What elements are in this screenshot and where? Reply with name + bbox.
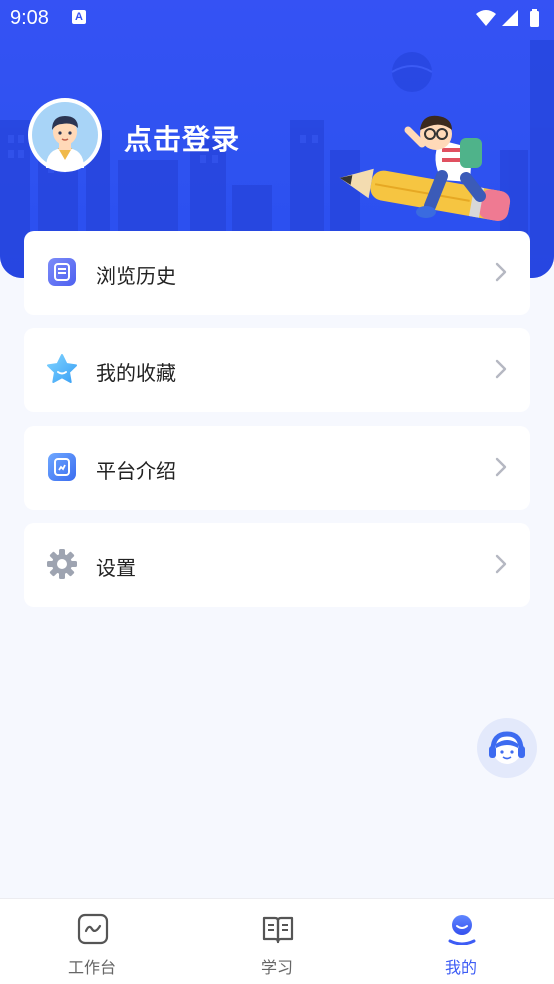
chevron-right-icon (495, 457, 507, 477)
star-icon (47, 354, 77, 383)
menu-label: 平台介绍 (96, 459, 176, 483)
tab-mine[interactable]: 我的 (369, 899, 553, 984)
tab-label: 我的 (444, 958, 477, 977)
login-prompt[interactable]: 点击登录 (124, 118, 240, 158)
chevron-right-icon (495, 359, 507, 379)
menu-label: 设置 (96, 556, 136, 580)
info-doc-icon (48, 453, 76, 481)
status-time: 9:08 (10, 7, 49, 29)
avatar-boy-icon (32, 102, 98, 168)
book-icon (262, 916, 294, 944)
notification-icon: A (72, 10, 86, 24)
profile-icon (448, 915, 476, 945)
customer-service-button[interactable] (477, 718, 537, 778)
bottom-tab-bar: 工作台 学习 我的 (0, 898, 554, 984)
wifi-icon (476, 10, 496, 26)
tab-study[interactable]: 学习 (185, 899, 369, 984)
headset-support-icon (489, 731, 525, 764)
history-icon (48, 258, 76, 286)
menu-item-favorites[interactable]: 我的收藏 (24, 328, 530, 412)
tab-label: 学习 (260, 958, 293, 977)
status-bar: 9:08 A (0, 0, 554, 38)
student-on-pencil-illustration (339, 115, 511, 221)
chevron-right-icon (495, 554, 507, 574)
menu-label: 我的收藏 (96, 361, 176, 385)
menu-item-settings[interactable]: 设置 (24, 523, 530, 607)
user-avatar[interactable] (28, 98, 102, 172)
gear-icon (47, 549, 77, 579)
menu-item-history[interactable]: 浏览历史 (24, 231, 530, 315)
signal-icon (502, 10, 518, 26)
menu-label: 浏览历史 (96, 264, 176, 288)
tab-label: 工作台 (67, 958, 116, 977)
system-status-icons (476, 9, 539, 27)
menu-item-platform-intro[interactable]: 平台介绍 (24, 426, 530, 510)
chevron-right-icon (495, 262, 507, 282)
workbench-icon (77, 913, 109, 945)
battery-icon (530, 11, 539, 27)
tab-workbench[interactable]: 工作台 (0, 899, 184, 984)
